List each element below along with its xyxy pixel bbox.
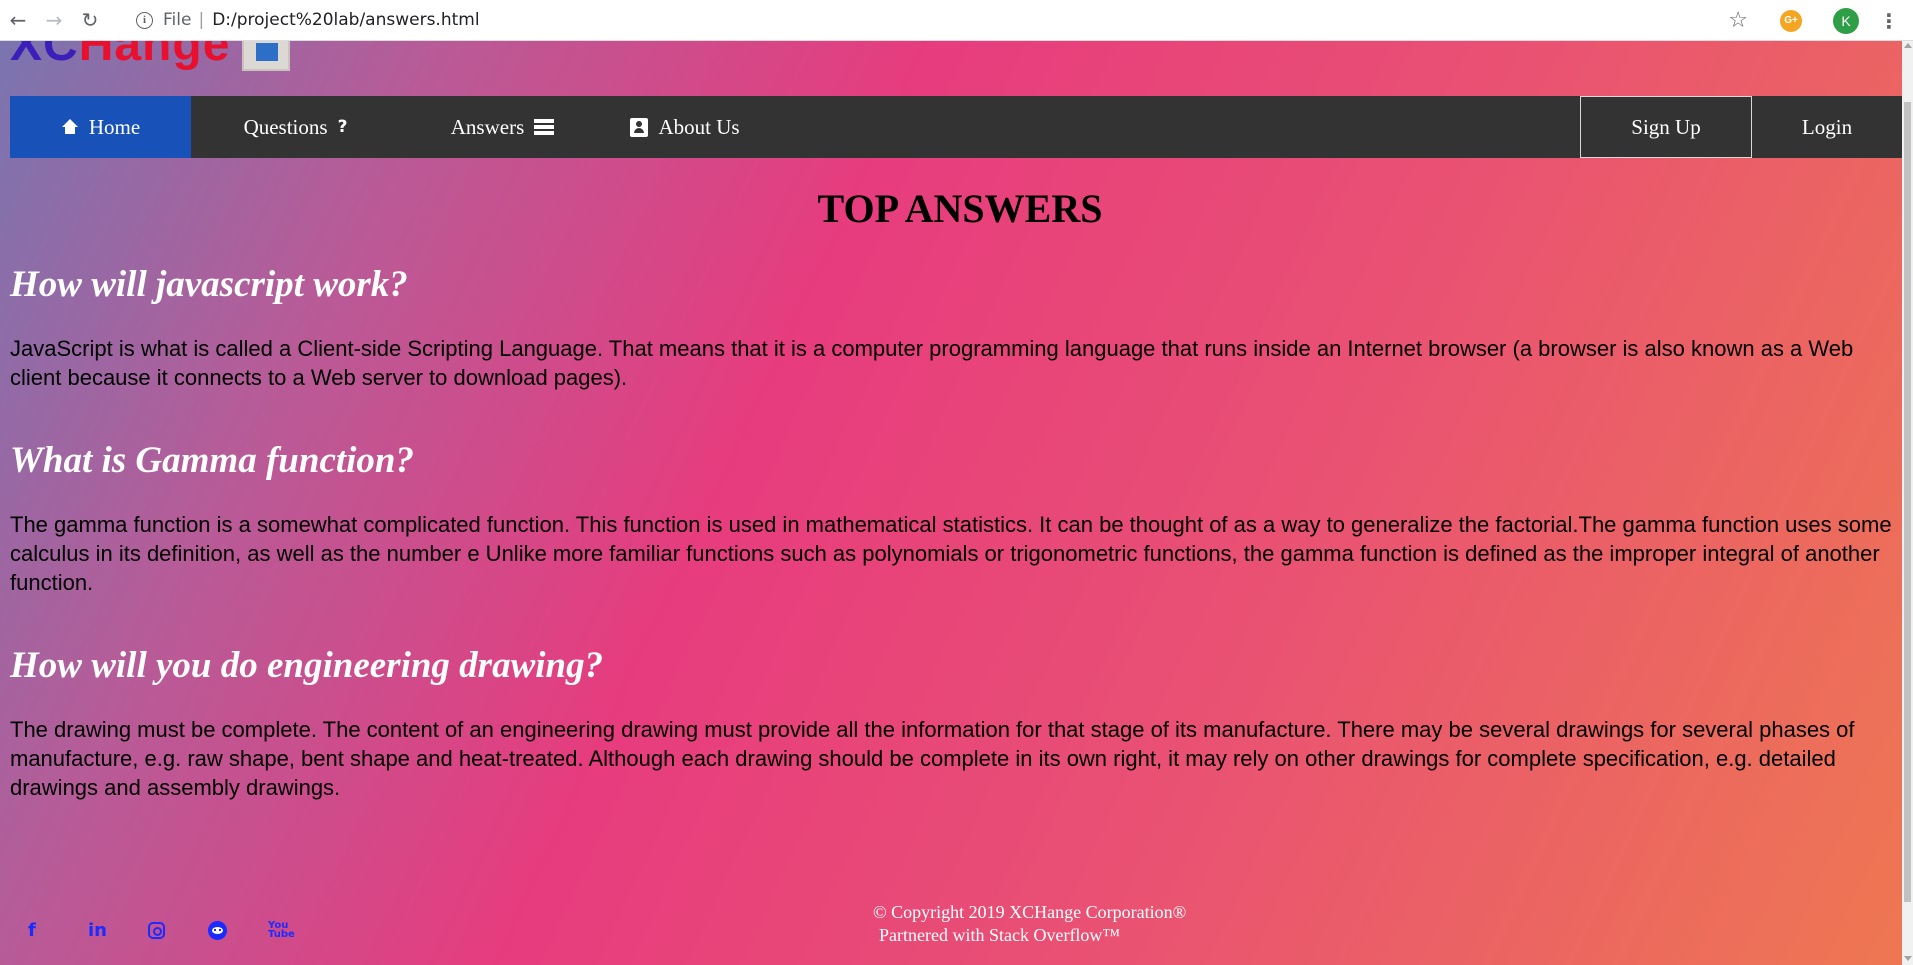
social-links: f in You Tube bbox=[28, 915, 328, 945]
bookmark-star-icon[interactable]: ☆ bbox=[1728, 8, 1748, 33]
browser-actions: ☆ G+ K ⋮ bbox=[1728, 0, 1913, 41]
address-separator: | bbox=[198, 10, 205, 30]
server-icon bbox=[534, 119, 555, 135]
info-icon[interactable]: i bbox=[136, 11, 153, 29]
instagram-icon bbox=[148, 921, 165, 939]
partner-text: Partnered with Stack Overflow™ bbox=[879, 925, 1121, 945]
address-bar[interactable]: i File | D:/project%20lab/answers.html bbox=[136, 3, 1776, 37]
instagram-link[interactable] bbox=[148, 915, 208, 945]
reddit-icon bbox=[208, 920, 227, 940]
scroll-up-arrow-icon[interactable] bbox=[1904, 43, 1912, 48]
nav-about[interactable]: About Us bbox=[605, 96, 765, 158]
copyright: © Copyright 2019 XCHange Corporation® Pa… bbox=[873, 901, 1186, 947]
answer-text: The gamma function is a somewhat complic… bbox=[10, 512, 1898, 595]
logo-text: XCHange bbox=[10, 41, 231, 71]
url-text[interactable]: D:/project%20lab/answers.html bbox=[212, 10, 479, 30]
nav-answers[interactable]: Answers bbox=[400, 96, 605, 158]
browser-menu-icon[interactable]: ⋮ bbox=[1879, 9, 1899, 33]
scroll-down-arrow-icon[interactable] bbox=[1904, 956, 1912, 961]
question-icon: ? bbox=[337, 117, 348, 137]
login-button[interactable]: Login bbox=[1752, 96, 1902, 158]
nav-questions-label: Questions bbox=[243, 114, 328, 139]
page-title: TOP ANSWERS bbox=[817, 186, 1103, 231]
extension-icon[interactable]: G+ bbox=[1780, 9, 1802, 32]
contact-card-icon bbox=[630, 117, 649, 137]
scroll-thumb[interactable] bbox=[1904, 102, 1911, 902]
nav-home[interactable]: Home bbox=[10, 96, 191, 158]
linkedin-icon[interactable]: in bbox=[88, 915, 148, 945]
forward-button[interactable]: → bbox=[36, 2, 72, 38]
youtube-icon: You Tube bbox=[268, 920, 295, 940]
answer-text: The drawing must be complete. The conten… bbox=[10, 717, 1861, 800]
nav-questions[interactable]: Questions ? bbox=[191, 96, 400, 158]
answer-item: What is Gamma function? The gamma functi… bbox=[10, 439, 1900, 597]
logo-image bbox=[242, 41, 291, 71]
reload-button[interactable]: ↻ bbox=[72, 2, 108, 38]
answer-question: What is Gamma function? bbox=[10, 440, 415, 481]
nav-answers-label: Answers bbox=[450, 114, 525, 139]
youtube-link[interactable]: You Tube bbox=[268, 915, 328, 945]
answer-text: JavaScript is what is called a Client-si… bbox=[10, 336, 1860, 390]
copyright-text: © Copyright 2019 XCHange Corporation® bbox=[873, 902, 1187, 922]
profile-avatar[interactable]: K bbox=[1833, 7, 1859, 34]
answer-item: How will you do engineering drawing? The… bbox=[10, 644, 1900, 802]
page-viewport: XCHange Home Questions ? Answers About U… bbox=[0, 41, 1902, 965]
answer-question: How will javascript work? bbox=[10, 264, 408, 305]
facebook-icon[interactable]: f bbox=[28, 915, 88, 945]
nav-home-label: Home bbox=[88, 114, 141, 139]
file-scheme-label: File bbox=[163, 10, 192, 30]
reddit-link[interactable] bbox=[208, 915, 268, 945]
answer-item: How will javascript work? JavaScript is … bbox=[10, 263, 1900, 392]
back-button[interactable]: ← bbox=[0, 2, 36, 38]
answer-question: How will you do engineering drawing? bbox=[10, 645, 604, 686]
home-icon bbox=[61, 119, 79, 135]
main-navbar: Home Questions ? Answers About Us Sign U… bbox=[10, 96, 1902, 158]
page-scrollbar[interactable] bbox=[1902, 41, 1913, 965]
site-logo[interactable]: XCHange bbox=[10, 41, 291, 73]
sign-up-button[interactable]: Sign Up bbox=[1580, 96, 1752, 158]
nav-about-label: About Us bbox=[658, 114, 740, 139]
browser-toolbar: ← → ↻ i File | D:/project%20lab/answers.… bbox=[0, 0, 1913, 41]
